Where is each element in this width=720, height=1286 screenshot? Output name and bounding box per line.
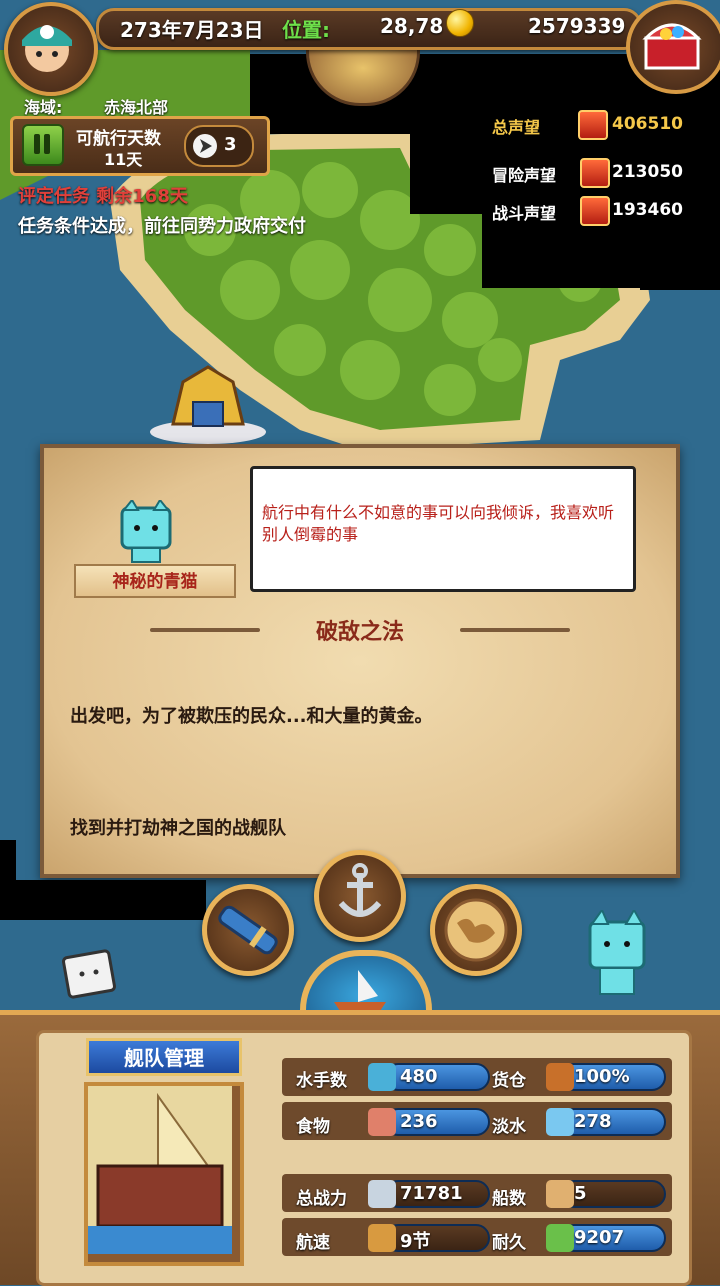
title-flourish-left [150, 628, 260, 632]
blue-cat-portrait-icon [116, 498, 176, 564]
telescope-icon [218, 905, 278, 955]
combat-power-label: 总战力 [296, 1189, 347, 1209]
fleet-management-tab[interactable]: 舰队管理 [86, 1038, 242, 1076]
adventure-reputation-value: 213050 [612, 162, 683, 182]
total-reputation-icon [578, 110, 608, 140]
sailors-value: 480 [400, 1066, 438, 1087]
battle-reputation-value: 193460 [612, 200, 683, 220]
sea-area-value: 赤海北部 [104, 98, 169, 117]
blue-cat-mascot-icon[interactable] [582, 907, 652, 1000]
water-value: 278 [574, 1111, 612, 1132]
treasure-chest-icon[interactable] [626, 0, 720, 94]
game-date: 273年7月23日 [120, 18, 264, 42]
food-icon [368, 1108, 396, 1136]
ship-count-label: 船数 [492, 1189, 526, 1209]
total-reputation-label: 总声望 [492, 118, 541, 137]
combat-power-value: 71781 [400, 1183, 463, 1204]
gold-amount: 2579339 [528, 14, 626, 38]
durability-value: 9207 [574, 1227, 625, 1248]
battle-reputation-icon [580, 196, 610, 226]
mission-status[interactable]: 任务条件达成，前往同势力政府交付 [18, 212, 306, 238]
speed-icon [368, 1224, 396, 1252]
cube-mascot-icon[interactable] [60, 948, 118, 1004]
position-value: 28,78 [380, 14, 444, 38]
world-map-button[interactable] [430, 884, 522, 976]
total-reputation-value: 406510 [612, 114, 683, 134]
food-label: 食物 [296, 1117, 330, 1137]
adventure-reputation-icon [580, 158, 610, 188]
speech-text: 航行中有什么不如意的事可以向我倾诉，我喜欢听别人倒霉的事 [262, 503, 615, 544]
mission-notice: 评定任务 剩余168天 [18, 186, 188, 207]
cursor-arrow-icon [193, 134, 217, 158]
adventure-reputation-label: 冒险声望 [492, 166, 557, 185]
world-map-icon [444, 898, 508, 962]
cargo-icon [546, 1063, 574, 1091]
sailing-days-value: 11天 [104, 150, 143, 169]
durability-label: 耐久 [492, 1233, 526, 1253]
sea-area-label: 海域: [24, 98, 63, 117]
anchor-icon [338, 863, 382, 917]
castle-icon[interactable] [148, 362, 268, 444]
sailors-label: 水手数 [296, 1071, 347, 1091]
ship-count-value: 5 [574, 1183, 587, 1204]
title-flourish-right [460, 628, 570, 632]
telescope-button[interactable] [202, 884, 294, 976]
arrow-count: 3 [224, 134, 237, 155]
cargo-label: 货仓 [492, 1071, 526, 1091]
quest-description: 出发吧，为了被欺压的民众...和大量的黄金。 [70, 706, 433, 727]
anchor-button[interactable] [314, 850, 406, 942]
water-icon [546, 1108, 574, 1136]
cursor-arrow-button[interactable]: 3 [184, 125, 254, 167]
food-value: 236 [400, 1111, 438, 1132]
gold-coin-icon [446, 9, 474, 37]
water-label: 淡水 [492, 1117, 526, 1137]
ship-illustration[interactable] [84, 1082, 244, 1266]
quest-title: 破敌之法 [315, 620, 404, 645]
sailor-icon [368, 1063, 396, 1091]
speed-value: 9节 [400, 1231, 431, 1252]
position-label: 位置: [282, 18, 330, 42]
quest-goal: 找到并打劫神之国的战舰队 [70, 818, 286, 839]
cargo-value: 100% [574, 1066, 630, 1087]
durability-icon [546, 1224, 574, 1252]
ship-count-icon [546, 1180, 574, 1208]
speaker-name-tag: 神秘的青猫 [74, 564, 236, 598]
speed-label: 航速 [296, 1233, 330, 1253]
pirate-avatar-icon[interactable] [4, 2, 98, 96]
combat-power-icon [368, 1180, 396, 1208]
battle-reputation-label: 战斗声望 [492, 204, 557, 223]
pause-button[interactable] [22, 124, 64, 166]
